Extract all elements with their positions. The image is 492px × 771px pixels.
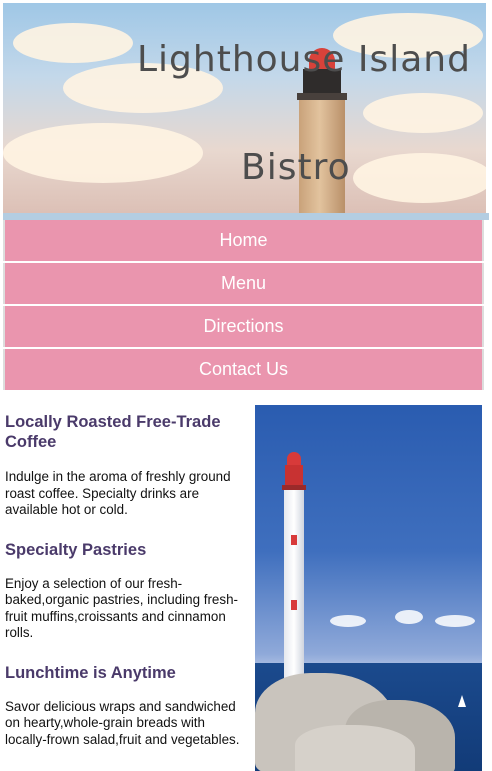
side-lighthouse-image (255, 405, 482, 771)
main-nav: Home Menu Directions Contact Us (3, 220, 484, 392)
site-title-line2: Bistro (241, 147, 351, 188)
nav-home-link[interactable]: Home (3, 220, 484, 261)
main-content: Locally Roasted Free-Trade Coffee Indulg… (5, 408, 243, 748)
cloud-shape (435, 615, 475, 627)
lighthouse-tower (284, 490, 304, 690)
cloud-shape (13, 23, 133, 63)
section-heading-coffee: Locally Roasted Free-Trade Coffee (5, 413, 221, 451)
site-title-line1: Lighthouse Island (137, 39, 471, 80)
section-heading-pastries: Specialty Pastries (5, 540, 147, 559)
header-banner: Lighthouse Island Bistro (3, 3, 486, 213)
nav-menu-link[interactable]: Menu (3, 263, 484, 304)
section-text-lunch: Savor delicious wraps and sandwiched on … (5, 698, 240, 747)
lighthouse-lamp (285, 465, 303, 485)
cloud-shape (395, 610, 423, 624)
section-text-pastries: Enjoy a selection of our fresh-baked,org… (5, 575, 238, 641)
section-heading-lunch: Lunchtime is Anytime (5, 663, 176, 682)
lighthouse-window (291, 600, 297, 610)
page: Lighthouse Island Bistro Home Menu Direc… (0, 0, 492, 771)
header-divider-band (3, 213, 489, 220)
cloud-shape (353, 153, 486, 203)
cloud-shape (330, 615, 366, 627)
lighthouse-window (291, 535, 297, 545)
lighthouse-gallery (297, 93, 347, 100)
nav-contact-link[interactable]: Contact Us (3, 349, 484, 390)
cloud-shape (3, 123, 203, 183)
lighthouse-cap (287, 452, 301, 466)
section-text-coffee: Indulge in the aroma of freshly ground r… (5, 469, 231, 517)
cloud-shape (363, 93, 483, 133)
nav-directions-link[interactable]: Directions (3, 306, 484, 347)
rock-shape (295, 725, 415, 771)
